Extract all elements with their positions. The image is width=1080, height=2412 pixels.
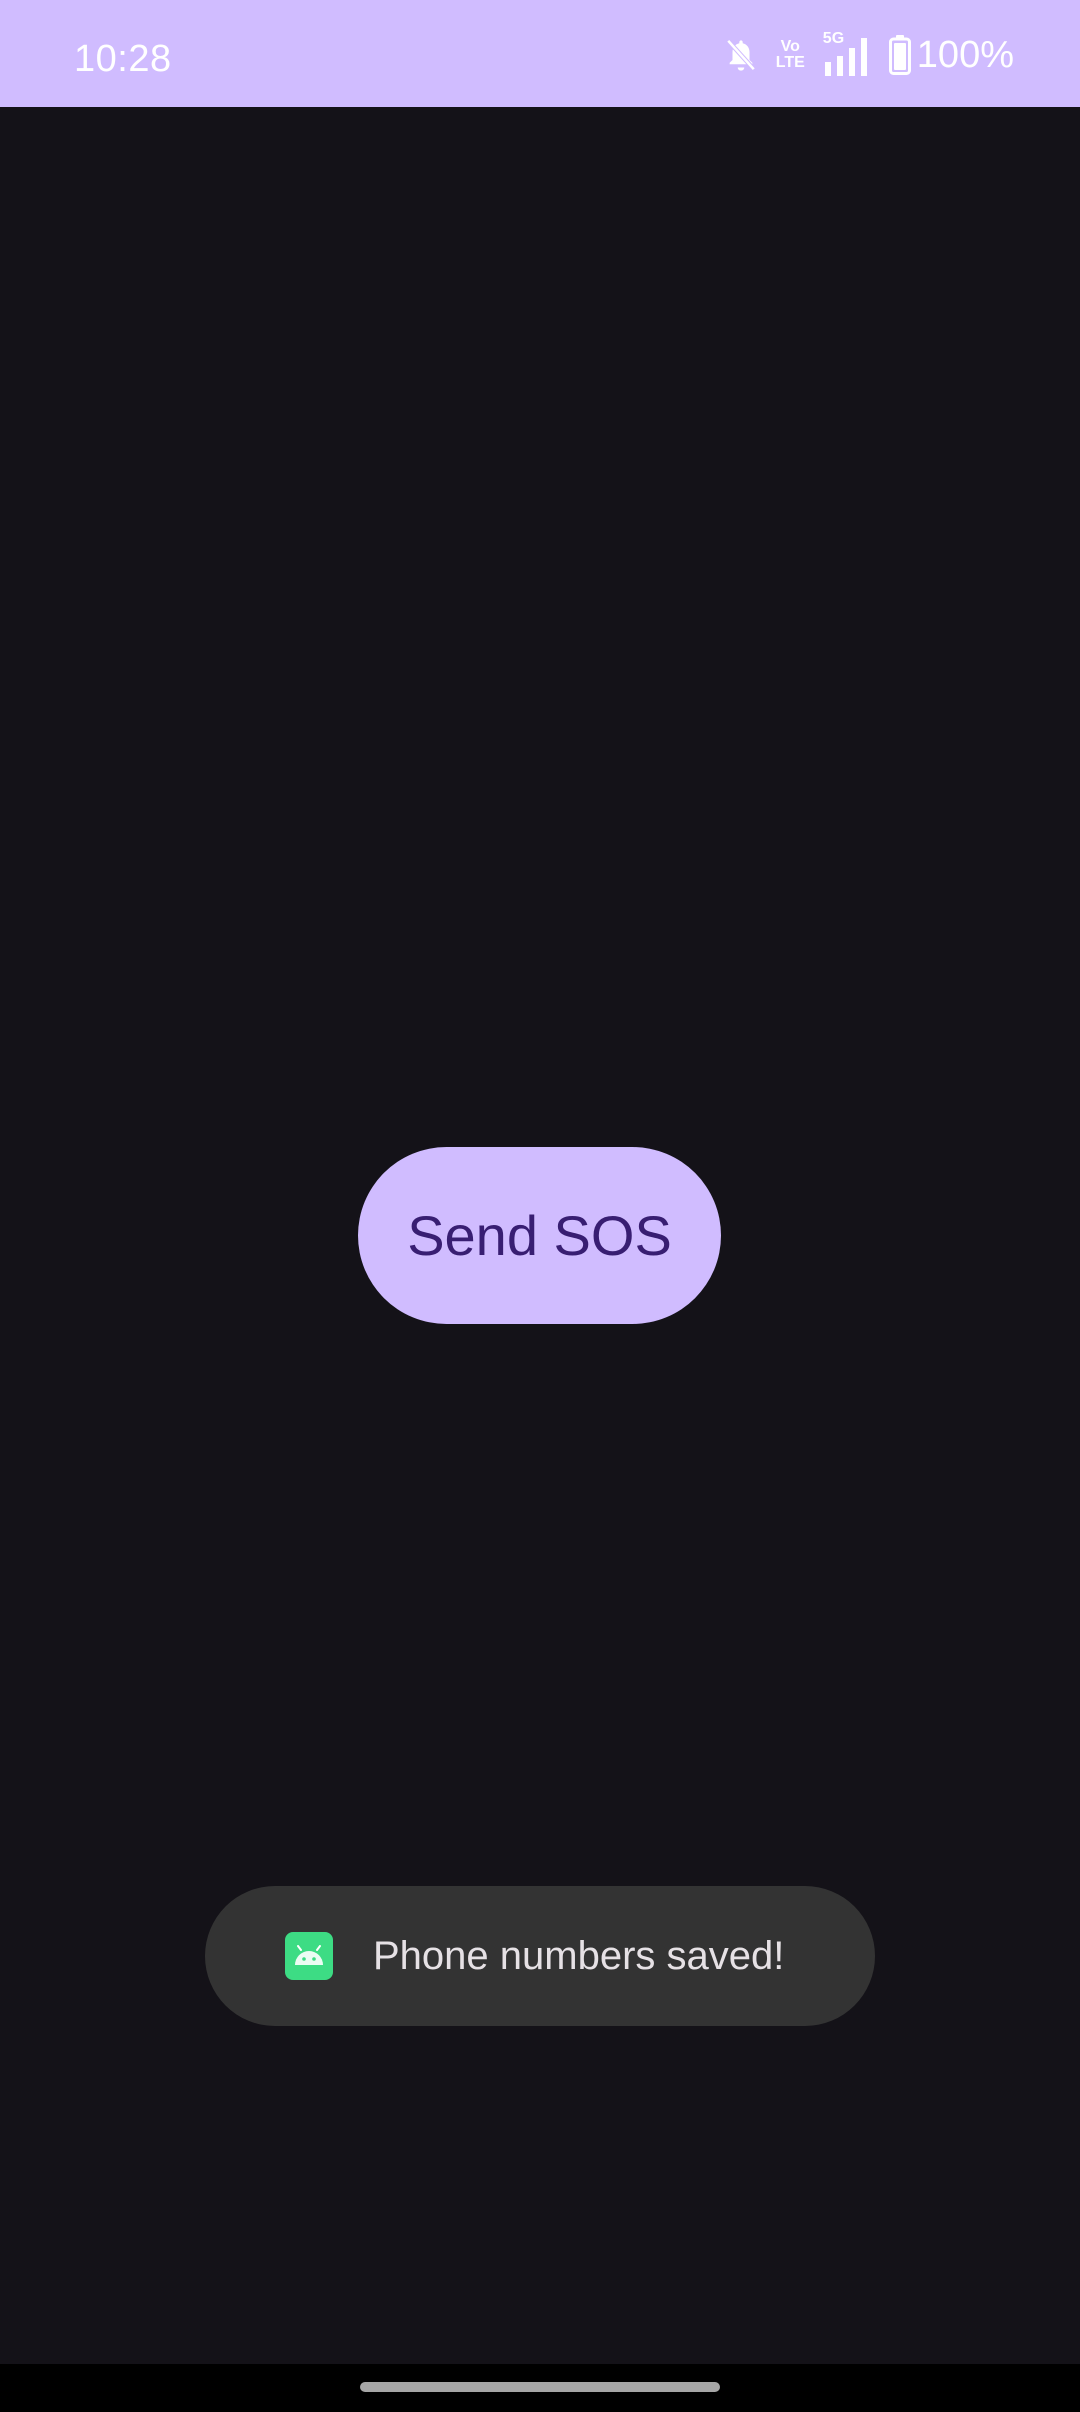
android-app-icon <box>285 1932 333 1980</box>
navigation-bar <box>0 2364 1080 2412</box>
battery-icon <box>888 35 911 75</box>
toast: Phone numbers saved! <box>205 1886 875 2026</box>
volte-top-label: Vo <box>780 38 800 55</box>
status-bar: 10:28 Vo LTE 5G 100% <box>0 0 1080 107</box>
app-screen: 10:28 Vo LTE 5G 100% Send SOS Phone numb… <box>0 0 1080 2412</box>
toast-message: Phone numbers saved! <box>373 1934 785 1978</box>
status-time: 10:28 <box>74 38 172 80</box>
signal-icon: 5G <box>823 30 877 78</box>
battery-percent: 100% <box>916 33 1014 76</box>
bell-off-icon <box>724 36 758 74</box>
home-gesture-handle[interactable] <box>360 2382 720 2392</box>
status-icons: Vo LTE 5G 100% <box>710 30 1014 78</box>
send-sos-button[interactable]: Send SOS <box>358 1147 721 1324</box>
volte-bottom-label: LTE <box>775 54 805 71</box>
volte-icon: Vo LTE <box>776 39 805 71</box>
